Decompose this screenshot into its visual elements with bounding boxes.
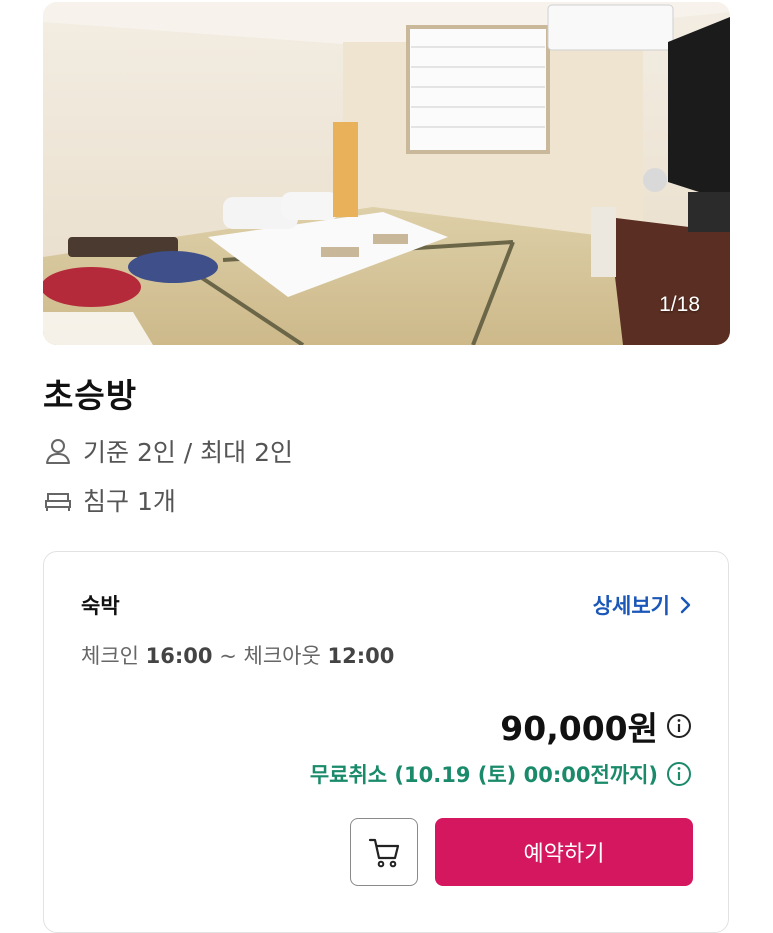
time-separator: ~ <box>219 644 237 668</box>
checkout-label: 체크아웃 <box>243 644 321 668</box>
free-cancel-text: 무료취소 (10.19 (토) 00:00전까지) <box>309 763 658 787</box>
free-cancel-row: 무료취소 (10.19 (토) 00:00전까지) <box>310 759 692 789</box>
room-name: 초승방 <box>43 376 138 415</box>
detail-link[interactable]: 상세보기 <box>593 590 692 620</box>
checkin-label: 체크인 <box>81 644 139 668</box>
detail-link-label: 상세보기 <box>592 594 670 618</box>
add-to-cart-button[interactable] <box>350 818 418 886</box>
stay-type-label: 숙박 <box>81 594 120 618</box>
capacity-row: 기준 2인 / 최대 2인 <box>43 433 293 469</box>
book-button[interactable]: 예약하기 <box>435 818 693 886</box>
photo-counter: 1/18 <box>659 293 700 316</box>
person-icon <box>46 439 70 464</box>
price: 90,000원 <box>500 709 658 748</box>
stay-card: 숙박 상세보기 체크인 16:00 ~ 체크아웃 12:00 90,000원 무… <box>43 551 729 933</box>
checkout-time: 12:00 <box>327 644 395 668</box>
cart-icon <box>368 838 400 868</box>
bed-text: 침구 1개 <box>83 487 176 516</box>
room-photo-image <box>43 2 730 345</box>
cancel-info-icon[interactable] <box>666 761 692 787</box>
checkin-checkout: 체크인 16:00 ~ 체크아웃 12:00 <box>81 640 394 670</box>
bed-row: 침구 1개 <box>43 482 176 518</box>
price-row: 90,000원 <box>500 702 692 750</box>
chevron-right-icon <box>680 596 691 614</box>
capacity-text: 기준 2인 / 최대 2인 <box>83 438 294 467</box>
checkin-time: 16:00 <box>145 644 213 668</box>
price-info-icon[interactable] <box>666 713 692 739</box>
room-photo[interactable]: 1/18 <box>43 2 730 345</box>
bed-icon <box>45 493 71 511</box>
